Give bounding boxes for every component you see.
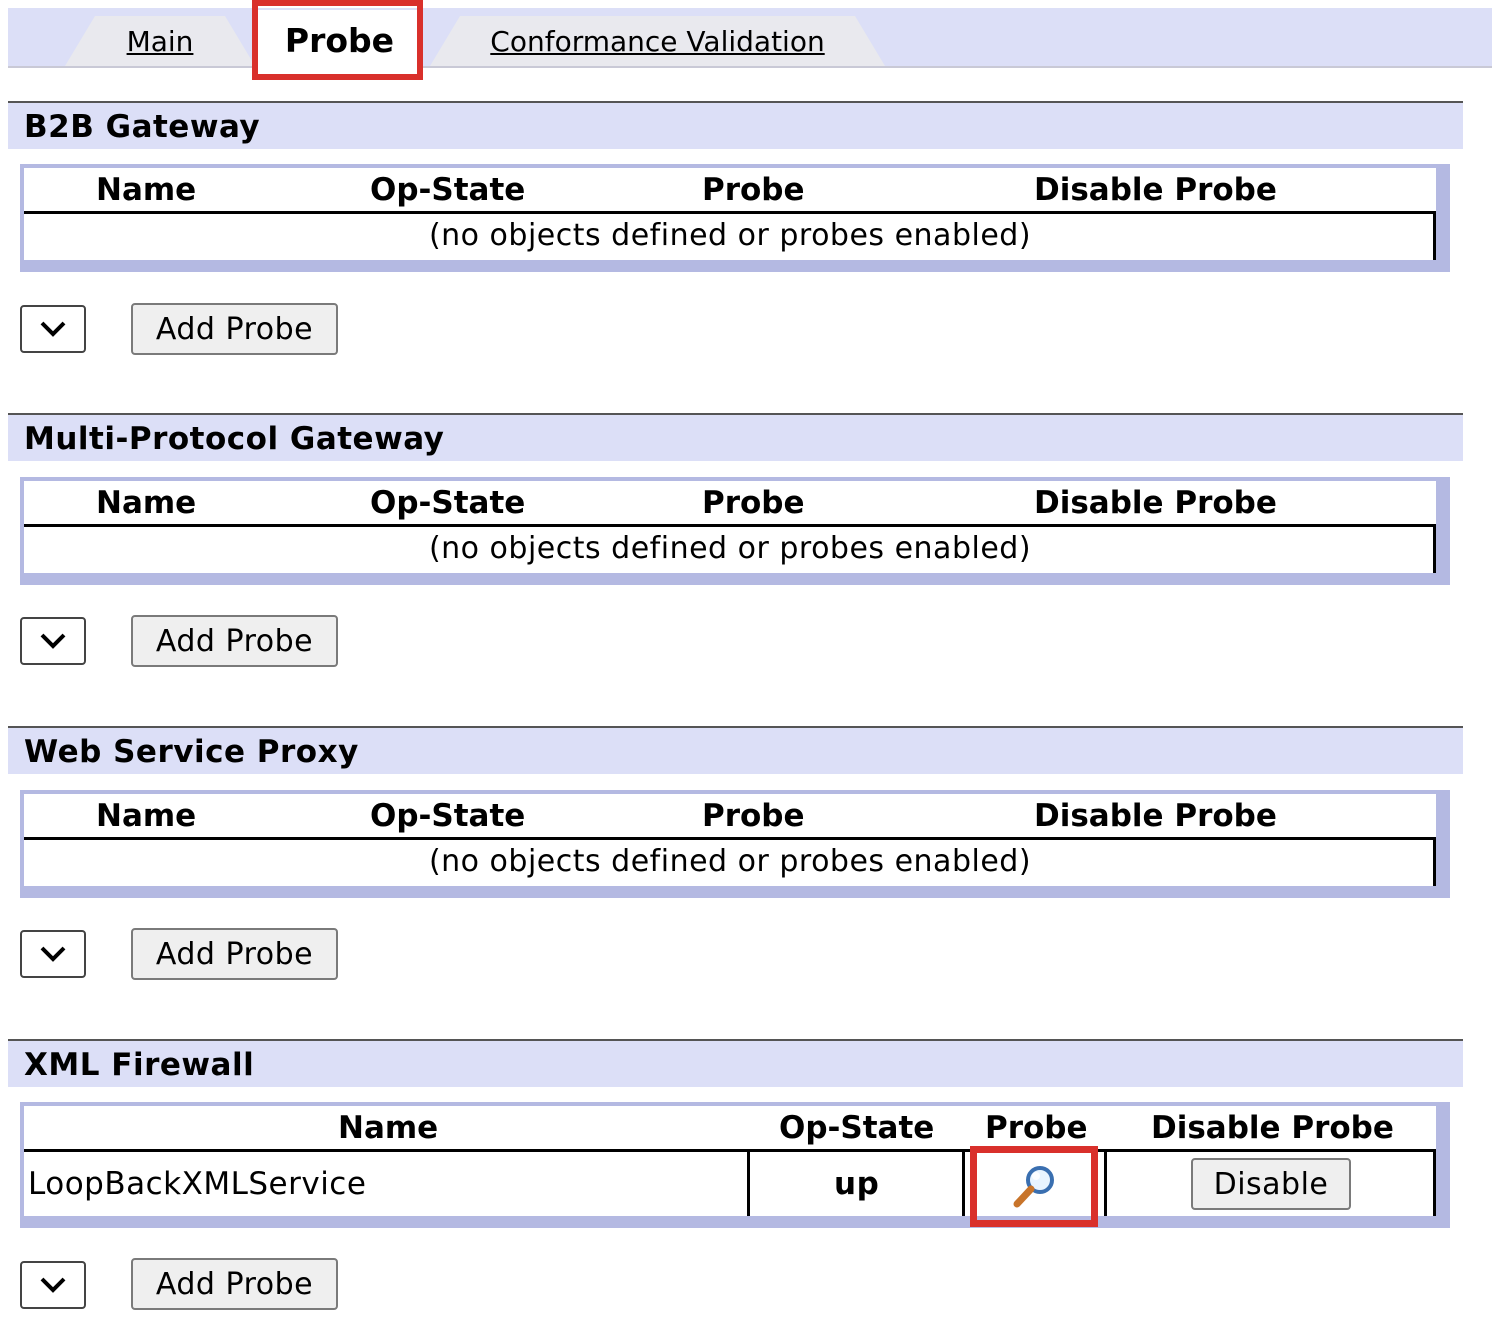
empty-message: (no objects defined or probes enabled) bbox=[428, 531, 1032, 566]
magnifier-icon[interactable] bbox=[1009, 1162, 1059, 1212]
b2b-gateway-table: Name Op-State Probe Disable Probe (no ob… bbox=[20, 164, 1450, 272]
empty-message: (no objects defined or probes enabled) bbox=[428, 218, 1032, 253]
section-header-b2b-gateway: B2B Gateway bbox=[8, 101, 1463, 149]
column-header-probe: Probe bbox=[985, 1110, 1088, 1146]
tab-conformance-validation-label[interactable]: Conformance Validation bbox=[490, 25, 824, 58]
tab-main-label[interactable]: Main bbox=[127, 25, 194, 58]
table-body: Name Op-State Probe Disable Probe LoopBa… bbox=[24, 1106, 1436, 1216]
chevron-down-icon bbox=[40, 321, 66, 337]
column-header-disable-probe: Disable Probe bbox=[1034, 485, 1277, 521]
column-divider bbox=[1104, 1152, 1107, 1216]
column-header-name: Name bbox=[96, 172, 197, 208]
column-header-op-state: Op-State bbox=[370, 172, 526, 208]
column-header-op-state: Op-State bbox=[779, 1110, 935, 1146]
tab-probe[interactable]: Probe bbox=[257, 10, 422, 70]
section-title: XML Firewall bbox=[24, 1047, 255, 1083]
disable-button[interactable]: Disable bbox=[1191, 1158, 1351, 1210]
column-header-name: Name bbox=[96, 798, 197, 834]
object-select-dropdown[interactable] bbox=[20, 305, 86, 353]
row-op-state: up bbox=[834, 1166, 880, 1202]
row-name: LoopBackXMLService bbox=[28, 1166, 367, 1202]
column-header-name: Name bbox=[338, 1110, 439, 1146]
table-body: Name Op-State Probe Disable Probe (no ob… bbox=[24, 168, 1436, 260]
chevron-down-icon bbox=[40, 946, 66, 962]
tab-main[interactable]: Main bbox=[65, 16, 255, 66]
header-divider bbox=[24, 1149, 1436, 1152]
empty-message: (no objects defined or probes enabled) bbox=[428, 844, 1032, 879]
column-header-disable-probe: Disable Probe bbox=[1034, 172, 1277, 208]
xml-firewall-table: Name Op-State Probe Disable Probe LoopBa… bbox=[20, 1102, 1450, 1228]
table-right-border bbox=[1433, 1149, 1436, 1216]
column-header-op-state: Op-State bbox=[370, 485, 526, 521]
chevron-down-icon bbox=[40, 633, 66, 649]
column-header-disable-probe: Disable Probe bbox=[1034, 798, 1277, 834]
header-divider bbox=[24, 211, 1436, 214]
table-body: Name Op-State Probe Disable Probe (no ob… bbox=[24, 794, 1436, 886]
add-probe-button[interactable]: Add Probe bbox=[131, 928, 338, 980]
column-header-disable-probe: Disable Probe bbox=[1151, 1110, 1394, 1146]
chevron-down-icon bbox=[40, 1277, 66, 1293]
object-select-dropdown[interactable] bbox=[20, 930, 86, 978]
object-select-dropdown[interactable] bbox=[20, 617, 86, 665]
add-probe-button[interactable]: Add Probe bbox=[131, 303, 338, 355]
multi-protocol-gateway-table: Name Op-State Probe Disable Probe (no ob… bbox=[20, 477, 1450, 585]
column-header-probe: Probe bbox=[702, 798, 805, 834]
column-header-probe: Probe bbox=[702, 172, 805, 208]
column-header-probe: Probe bbox=[702, 485, 805, 521]
add-probe-button[interactable]: Add Probe bbox=[131, 615, 338, 667]
header-divider bbox=[24, 837, 1436, 840]
column-header-name: Name bbox=[96, 485, 197, 521]
column-divider bbox=[962, 1152, 965, 1216]
section-header-xml-firewall: XML Firewall bbox=[8, 1039, 1463, 1087]
tab-conformance-validation[interactable]: Conformance Validation bbox=[430, 16, 885, 66]
add-probe-button[interactable]: Add Probe bbox=[131, 1258, 338, 1310]
header-divider bbox=[24, 524, 1436, 527]
section-title: Multi-Protocol Gateway bbox=[24, 421, 445, 457]
column-header-op-state: Op-State bbox=[370, 798, 526, 834]
section-header-multi-protocol-gateway: Multi-Protocol Gateway bbox=[8, 413, 1463, 461]
object-select-dropdown[interactable] bbox=[20, 1261, 86, 1309]
section-header-web-service-proxy: Web Service Proxy bbox=[8, 726, 1463, 774]
tab-probe-label[interactable]: Probe bbox=[285, 21, 394, 60]
section-title: Web Service Proxy bbox=[24, 734, 359, 770]
web-service-proxy-table: Name Op-State Probe Disable Probe (no ob… bbox=[20, 790, 1450, 898]
table-body: Name Op-State Probe Disable Probe (no ob… bbox=[24, 481, 1436, 573]
section-title: B2B Gateway bbox=[24, 109, 261, 145]
column-divider bbox=[747, 1152, 750, 1216]
